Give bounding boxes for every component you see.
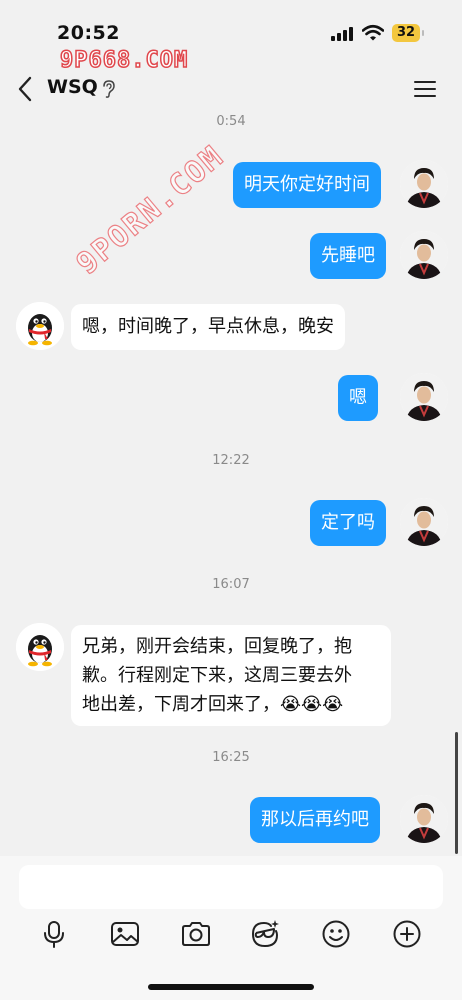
microphone-icon[interactable] xyxy=(38,918,70,950)
wifi-icon xyxy=(362,24,384,41)
chat-title[interactable]: WSQ xyxy=(47,76,98,98)
watermark-diagonal: 9PORN.COM xyxy=(69,138,231,282)
battery-indicator: 32 xyxy=(392,24,424,42)
timestamp: 16:25 xyxy=(212,750,250,765)
camera-icon[interactable] xyxy=(180,918,212,950)
timestamp: 16:07 xyxy=(212,577,250,592)
cellular-signal-icon xyxy=(331,27,355,41)
timestamp: 0:54 xyxy=(216,114,246,129)
emoji-icon[interactable] xyxy=(320,918,352,950)
status-time: 20:52 xyxy=(57,22,120,44)
message-line: 地出差，下周才回来了，😭😭😭 xyxy=(82,694,344,715)
avatar-contact[interactable] xyxy=(16,623,64,671)
status-bar: 20:52 32 xyxy=(0,0,462,52)
chat-header: WSQ xyxy=(0,66,462,112)
message-bubble-outgoing[interactable]: 嗯 xyxy=(338,375,378,421)
avatar-self[interactable] xyxy=(400,160,448,208)
plus-icon[interactable] xyxy=(391,918,423,950)
message-line: 兄弟，刚开会结束，回复晚了，抱 xyxy=(82,636,352,657)
timestamp: 12:22 xyxy=(212,453,250,468)
home-indicator[interactable] xyxy=(148,984,314,990)
avatar-self[interactable] xyxy=(400,795,448,843)
avatar-self[interactable] xyxy=(400,231,448,279)
menu-icon[interactable] xyxy=(414,78,438,100)
sticker-icon[interactable] xyxy=(249,918,281,950)
message-bubble-incoming[interactable]: 兄弟，刚开会结束，回复晚了，抱 歉。行程刚定下来，这周三要去外 地出差，下周才回… xyxy=(71,625,391,726)
message-bubble-outgoing[interactable]: 先睡吧 xyxy=(310,233,386,279)
image-icon[interactable] xyxy=(109,918,141,950)
message-bubble-incoming[interactable]: 嗯，时间晚了，早点休息，晚安 xyxy=(71,304,345,350)
input-area xyxy=(0,856,462,1000)
avatar-self[interactable] xyxy=(400,498,448,546)
message-bubble-outgoing[interactable]: 那以后再约吧 xyxy=(250,797,380,843)
message-line: 歉。行程刚定下来，这周三要去外 xyxy=(82,665,352,686)
message-input[interactable] xyxy=(19,865,443,909)
back-chevron-icon[interactable] xyxy=(16,76,36,102)
scrollbar[interactable] xyxy=(455,732,458,854)
avatar-contact[interactable] xyxy=(16,302,64,350)
avatar-self[interactable] xyxy=(400,373,448,421)
message-bubble-outgoing[interactable]: 定了吗 xyxy=(310,500,386,546)
ear-icon xyxy=(103,80,115,98)
message-bubble-outgoing[interactable]: 明天你定好时间 xyxy=(233,162,381,208)
